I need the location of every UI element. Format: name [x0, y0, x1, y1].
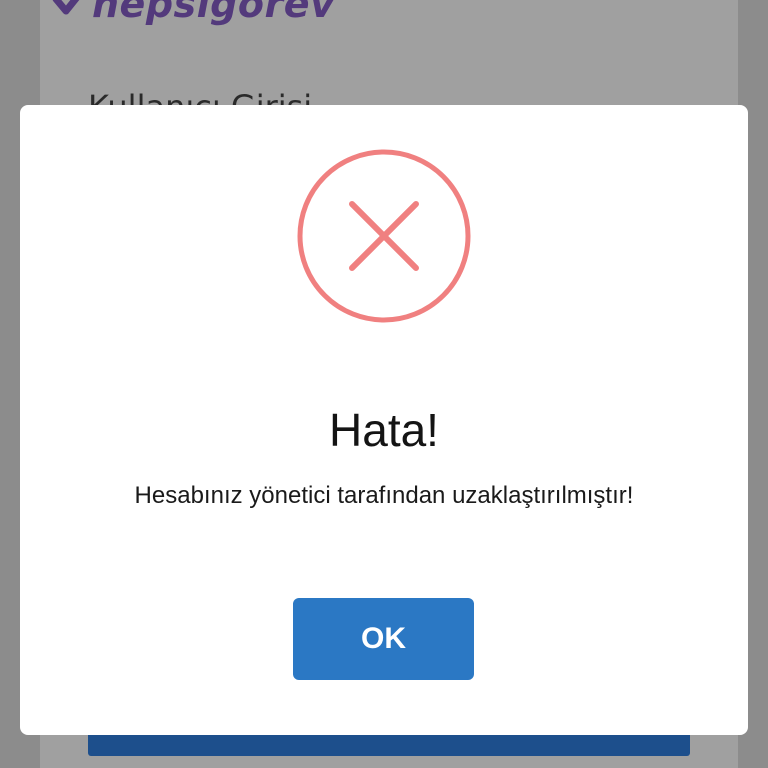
logo-text: hepsigorev: [92, 0, 336, 26]
dialog-message: Hesabınız yönetici tarafından uzaklaştır…: [134, 482, 634, 509]
app-logo: hepsigorev: [52, 0, 335, 26]
ok-button[interactable]: OK: [293, 598, 474, 680]
checkmark-icon: [52, 0, 86, 21]
error-x-circle-icon: [297, 149, 471, 323]
error-dialog: Hata! Hesabınız yönetici tarafından uzak…: [20, 105, 748, 735]
dialog-title: Hata!: [329, 404, 439, 456]
